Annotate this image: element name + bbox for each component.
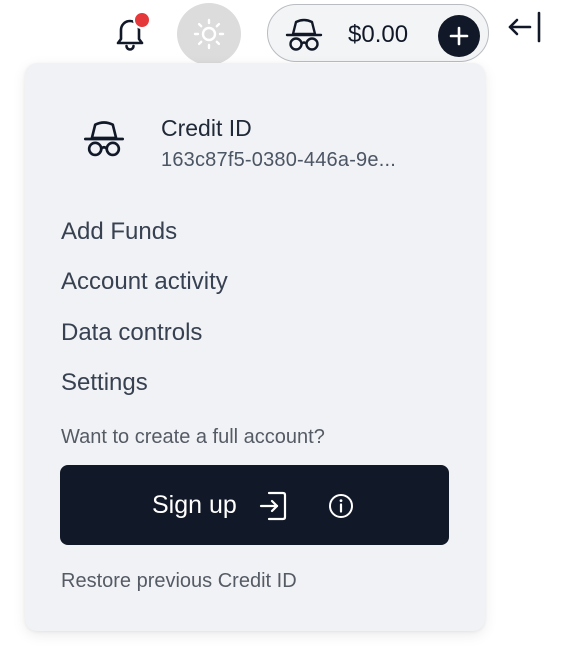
sun-icon	[193, 18, 225, 50]
sign-up-label: Sign up	[152, 491, 237, 519]
account-menu: Credit ID 163c87f5-0380-446a-9e... Add F…	[25, 63, 485, 631]
credit-id-title: Credit ID	[161, 115, 252, 141]
plus-icon	[449, 26, 469, 46]
theme-toggle-button[interactable]	[177, 3, 241, 65]
enter-icon	[259, 491, 287, 521]
restore-credit-id-link[interactable]: Restore previous Credit ID	[61, 570, 297, 593]
incognito-icon	[285, 18, 323, 51]
collapse-button[interactable]	[506, 10, 546, 44]
add-funds-button[interactable]	[438, 15, 480, 57]
info-icon[interactable]	[328, 493, 354, 519]
notification-badge	[133, 11, 151, 29]
balance-amount: $0.00	[348, 21, 409, 48]
menu-item-data-controls[interactable]: Data controls	[61, 319, 202, 347]
incognito-icon	[83, 121, 125, 157]
menu-item-settings[interactable]: Settings	[61, 369, 148, 397]
sign-up-button[interactable]: Sign up	[60, 465, 449, 545]
arrow-left-to-line-icon	[508, 11, 541, 43]
credit-id-value: 163c87f5-0380-446a-9e...	[161, 149, 396, 171]
top-bar: $0.00	[0, 0, 562, 66]
full-account-prompt: Want to create a full account?	[61, 426, 325, 448]
wallet-pill[interactable]: $0.00	[267, 4, 489, 62]
menu-item-add-funds[interactable]: Add Funds	[61, 218, 177, 246]
menu-item-account-activity[interactable]: Account activity	[61, 268, 228, 296]
